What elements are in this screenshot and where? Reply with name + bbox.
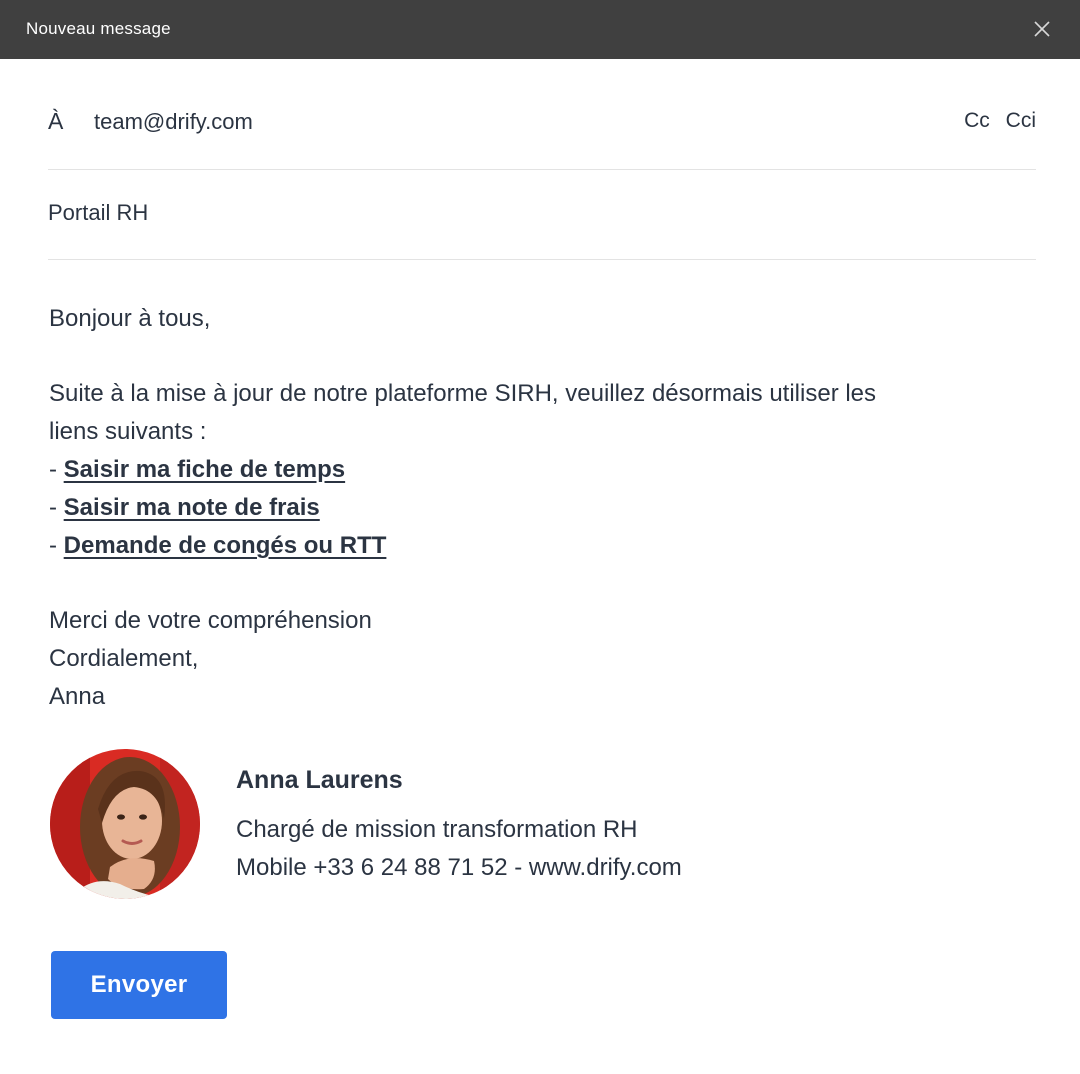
expense-report-link[interactable]: Saisir ma note de frais <box>64 494 320 521</box>
recipient-input[interactable] <box>94 109 794 135</box>
timesheet-link[interactable]: Saisir ma fiche de temps <box>64 456 345 483</box>
signature-contact: Mobile +33 6 24 88 71 52 - www.drify.com <box>236 854 682 881</box>
window-title: Nouveau message <box>26 19 171 38</box>
closing-line-1: Merci de votre compréhension <box>49 607 372 634</box>
recipient-row: À Cc Cci <box>48 96 1036 170</box>
intro-line-1: Suite à la mise à jour de notre platefor… <box>49 380 877 407</box>
intro-line-2: liens suivants : <box>49 418 207 445</box>
subject-field[interactable]: Portail RH <box>48 200 148 226</box>
link-item: - Saisir ma note de frais <box>49 489 1039 527</box>
leave-request-link[interactable]: Demande de congés ou RTT <box>64 532 387 559</box>
bcc-link[interactable]: Cci <box>1006 109 1036 132</box>
cc-link[interactable]: Cc <box>964 109 990 132</box>
signature-role: Chargé de mission transformation RH <box>236 816 638 843</box>
link-item: - Demande de congés ou RTT <box>49 527 1039 565</box>
to-label: À <box>48 108 64 134</box>
bullet-prefix: - <box>49 456 64 483</box>
bullet-prefix: - <box>49 532 64 559</box>
avatar <box>50 749 200 899</box>
send-button[interactable]: Envoyer <box>51 951 227 1019</box>
greeting-text: Bonjour à tous, <box>49 305 211 332</box>
message-body[interactable]: Bonjour à tous, Suite à la mise à jour d… <box>49 300 1039 716</box>
signature-name: Anna Laurens <box>236 766 403 794</box>
close-icon[interactable] <box>1032 19 1052 39</box>
closing-line-3: Anna <box>49 683 106 710</box>
cc-bcc-toggles: Cc Cci <box>954 109 1036 133</box>
compose-titlebar: Nouveau message <box>0 0 1080 59</box>
avatar-portrait <box>50 749 200 899</box>
bullet-prefix: - <box>49 494 64 521</box>
link-item: - Saisir ma fiche de temps <box>49 451 1039 489</box>
subject-row[interactable]: Portail RH <box>48 170 1036 260</box>
closing-line-2: Cordialement, <box>49 645 199 672</box>
